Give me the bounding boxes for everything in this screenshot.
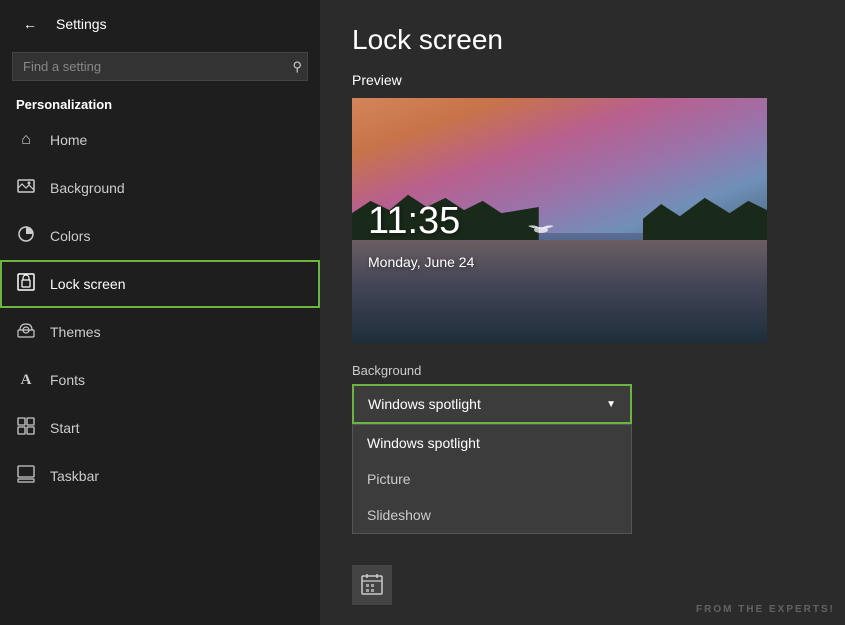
sidebar-item-label: Colors — [50, 228, 90, 244]
start-icon — [16, 417, 36, 440]
sidebar-item-colors[interactable]: Colors — [0, 212, 320, 260]
chevron-down-icon: ▼ — [606, 399, 616, 410]
sidebar-item-home[interactable]: ⌂ Home — [0, 116, 320, 164]
lock-screen-preview: 11:35 Monday, June 24 — [352, 98, 767, 343]
back-icon: ← — [23, 16, 37, 32]
sidebar-item-lock-screen[interactable]: Lock screen — [0, 260, 320, 308]
preview-label: Preview — [352, 72, 813, 88]
background-dropdown[interactable]: Windows spotlight ▼ Windows spotlight Pi… — [352, 384, 632, 424]
search-icon[interactable]: ⚲ — [292, 59, 302, 75]
taskbar-icon — [16, 465, 36, 488]
calendar-button[interactable] — [352, 565, 392, 605]
dropdown-selected-value[interactable]: Windows spotlight ▼ — [352, 384, 632, 424]
dropdown-list: Windows spotlight Picture Slideshow — [352, 424, 632, 534]
preview-time: 11:35 — [368, 202, 460, 240]
search-input[interactable] — [12, 52, 308, 81]
preview-bird — [526, 220, 556, 238]
sidebar-item-label: Themes — [50, 324, 101, 340]
themes-icon — [16, 321, 36, 344]
sidebar-item-label: Lock screen — [50, 276, 125, 292]
search-box: ⚲ — [12, 52, 308, 81]
dropdown-selected-label: Windows spotlight — [368, 396, 481, 412]
dropdown-option-slideshow[interactable]: Slideshow — [353, 497, 631, 533]
personalization-label: Personalization — [0, 89, 320, 116]
preview-date: Monday, June 24 — [368, 254, 474, 270]
sidebar-item-label: Fonts — [50, 372, 85, 388]
fonts-icon: A — [16, 372, 36, 389]
settings-title: Settings — [56, 16, 107, 32]
sidebar-item-taskbar[interactable]: Taskbar — [0, 452, 320, 500]
sidebar-item-background[interactable]: Background — [0, 164, 320, 212]
sidebar: ← Settings ⚲ Personalization ⌂ Home Back… — [0, 0, 320, 625]
lock-screen-icon — [16, 273, 36, 296]
sidebar-item-label: Home — [50, 132, 87, 148]
calendar-icon — [361, 573, 383, 598]
sidebar-item-fonts[interactable]: A Fonts — [0, 356, 320, 404]
sidebar-item-label: Start — [50, 420, 80, 436]
sidebar-item-label: Taskbar — [50, 468, 99, 484]
dropdown-option-picture[interactable]: Picture — [353, 461, 631, 497]
sidebar-header: ← Settings — [0, 0, 320, 48]
sidebar-item-themes[interactable]: Themes — [0, 308, 320, 356]
main-content: Lock screen Preview 11:35 Monday, June 2… — [320, 0, 845, 625]
colors-icon — [16, 225, 36, 248]
watermark: FROM THE EXPERTS! — [696, 604, 835, 615]
nav-list: ⌂ Home Background Colors — [0, 116, 320, 625]
home-icon: ⌂ — [16, 131, 36, 149]
page-title: Lock screen — [352, 24, 813, 56]
dropdown-option-spotlight[interactable]: Windows spotlight — [353, 425, 631, 461]
background-section-label: Background — [352, 363, 813, 378]
background-icon — [16, 177, 36, 200]
sidebar-item-start[interactable]: Start — [0, 404, 320, 452]
sidebar-item-label: Background — [50, 180, 125, 196]
back-button[interactable]: ← — [16, 10, 44, 38]
